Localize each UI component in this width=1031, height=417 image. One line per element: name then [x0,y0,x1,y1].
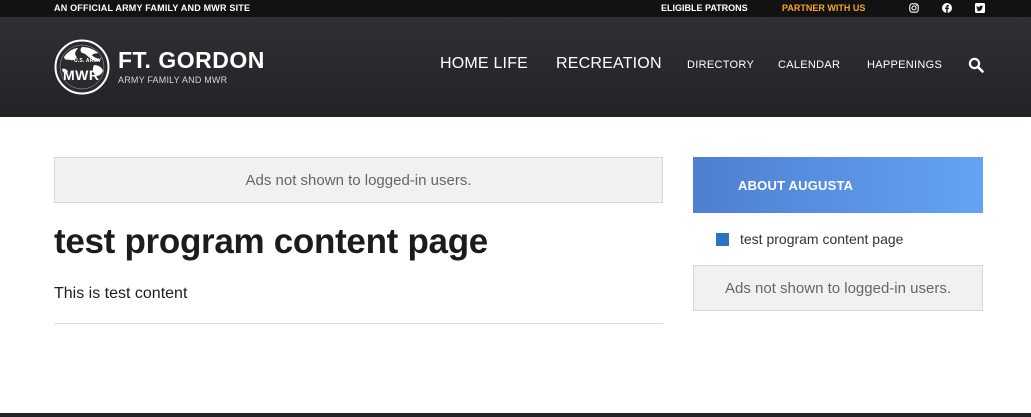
nav-directory[interactable]: DIRECTORY [687,59,754,71]
footer-edge [0,413,1031,417]
top-utility-bar: AN OFFICIAL ARMY FAMILY AND MWR SITE ELI… [0,0,1031,17]
eligible-patrons-link[interactable]: ELIGIBLE PATRONS [661,3,748,13]
sidebar-header: ABOUT AUGUSTA [693,157,983,213]
nav-happenings[interactable]: HAPPENINGS [867,59,942,71]
nav-calendar[interactable]: CALENDAR [778,59,840,71]
facebook-icon[interactable] [941,2,952,13]
site-header: U.S. ARMY MWR FT. GORDON ARMY FAMILY AND… [0,17,1031,117]
logo-text-top: U.S. ARMY [74,58,102,64]
sidebar-item-label: test program content page [740,231,904,247]
page-body-text: This is test content [54,285,188,302]
site-brand[interactable]: FT. GORDON ARMY FAMILY AND MWR [118,47,265,86]
page-title: test program content page [54,222,488,261]
ad-placeholder-sidebar: Ads not shown to logged-in users. [693,265,983,311]
instagram-icon[interactable] [908,2,919,13]
twitter-icon[interactable] [974,2,985,13]
official-site-text: AN OFFICIAL ARMY FAMILY AND MWR SITE [54,3,251,13]
ad-placeholder-main: Ads not shown to logged-in users. [54,157,663,203]
site-subtitle: ARMY FAMILY AND MWR [118,75,228,85]
nav-recreation[interactable]: RECREATION [556,55,662,73]
site-name: FT. GORDON [118,47,265,73]
sidebar-item-test-program[interactable]: test program content page [716,231,903,247]
content-divider [54,323,663,324]
bullet-square-icon [716,232,729,246]
nav-home-life[interactable]: HOME LIFE [440,55,528,73]
mwr-logo[interactable]: U.S. ARMY MWR [54,39,110,95]
partner-with-us-link[interactable]: PARTNER WITH US [782,3,865,13]
logo-text: MWR [63,67,100,83]
search-icon[interactable] [968,57,984,73]
